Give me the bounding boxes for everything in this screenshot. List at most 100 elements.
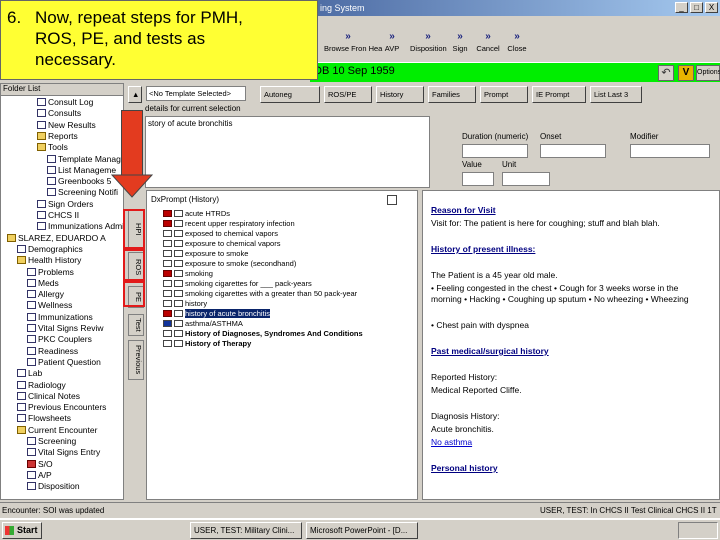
checklist-row[interactable]: history of acute bronchitis — [163, 309, 271, 318]
taskbar-item-chcs[interactable]: USER, TEST: Military Clini... — [190, 522, 302, 539]
avp-button[interactable]: » AVP — [376, 30, 408, 60]
onset-input[interactable] — [540, 144, 606, 158]
checkbox-yes[interactable] — [163, 340, 172, 347]
folder-item[interactable]: List Manageme — [47, 164, 116, 176]
folder-item[interactable]: Meds — [27, 277, 59, 289]
checklist-row[interactable]: exposure to smoke — [163, 249, 248, 258]
folder-item[interactable]: Wellness — [27, 299, 72, 311]
families-button[interactable]: Families — [428, 86, 476, 103]
folder-item[interactable]: S/O — [27, 458, 53, 470]
folder-item[interactable]: Demographics — [17, 243, 83, 255]
tab-previous[interactable]: Previous — [128, 340, 144, 380]
close-encounter-button[interactable]: » Close — [504, 30, 530, 60]
folder-item[interactable]: Lab — [17, 367, 42, 379]
folder-item[interactable]: Radiology — [17, 379, 66, 391]
folder-item[interactable]: Readiness — [27, 345, 78, 357]
disposition-button[interactable]: » Disposition — [410, 30, 447, 60]
checklist-row[interactable]: exposure to smoke (secondhand) — [163, 259, 296, 268]
checkbox-no[interactable] — [174, 340, 183, 347]
folder-item[interactable]: Consults — [37, 107, 81, 119]
folder-item[interactable]: Sign Orders — [37, 198, 93, 210]
folder-item[interactable]: Consult Log — [37, 96, 93, 108]
folder-item[interactable]: Screening Notifi — [47, 186, 118, 198]
checkbox-no[interactable] — [174, 270, 183, 277]
checkbox-no[interactable] — [174, 330, 183, 337]
note-asthma-link[interactable]: No asthma — [431, 437, 711, 448]
checkbox-no[interactable] — [174, 320, 183, 327]
template-selector[interactable]: <No Template Selected> — [146, 86, 246, 101]
folder-item[interactable]: Current Encounter — [17, 424, 97, 436]
folder-item[interactable]: Problems — [27, 266, 74, 278]
folder-item[interactable]: Template Manag — [47, 153, 121, 165]
checklist-row[interactable]: exposed to chemical vapors — [163, 229, 278, 238]
ros-pe-button[interactable]: ROS/PE — [324, 86, 372, 103]
checklist-row[interactable]: History of Therapy — [163, 339, 251, 348]
cancel-button[interactable]: » Cancel — [474, 30, 502, 60]
maximize-button[interactable]: □ — [690, 2, 703, 13]
close-button[interactable]: X — [705, 2, 718, 13]
back-arrow-icon[interactable]: ↶ — [658, 65, 674, 81]
folder-item[interactable]: Allergy — [27, 288, 64, 300]
folder-item[interactable]: Vital Signs Entry — [27, 446, 100, 458]
checkbox-no[interactable] — [174, 300, 183, 307]
folder-item[interactable]: Flowsheets — [17, 412, 71, 424]
value-input[interactable] — [462, 172, 494, 186]
checkbox-no[interactable] — [174, 280, 183, 287]
checkbox-yes[interactable] — [163, 280, 172, 287]
checkbox-no[interactable] — [174, 230, 183, 237]
folder-item[interactable]: SLAREZ, EDUARDO A — [7, 232, 106, 244]
sign-button[interactable]: » Sign — [448, 30, 472, 60]
alert-icon[interactable]: V — [678, 65, 694, 81]
checklist-row[interactable]: smoking cigarettes for ___ pack-years — [163, 279, 312, 288]
folder-item[interactable]: Health History — [17, 254, 81, 266]
checkbox-yes[interactable] — [163, 250, 172, 257]
ie-prompt-button[interactable]: IE Prompt — [532, 86, 586, 103]
folder-item[interactable]: Tools — [37, 141, 68, 153]
checkbox-yes[interactable] — [163, 330, 172, 337]
checkbox-yes[interactable] — [163, 220, 172, 227]
checklist-row[interactable]: recent upper respiratory infection — [163, 219, 295, 228]
checklist-row[interactable]: history — [163, 299, 207, 308]
folder-item[interactable]: Previous Encounters — [17, 401, 106, 413]
folder-item[interactable]: PKC Couplers — [27, 333, 92, 345]
checkbox-yes[interactable] — [163, 210, 172, 217]
checkbox-no[interactable] — [174, 250, 183, 257]
checkbox-no[interactable] — [174, 260, 183, 267]
checkbox-yes[interactable] — [163, 240, 172, 247]
autoneg-button[interactable]: Autoneg — [260, 86, 320, 103]
folder-item[interactable]: Immunizations Admi — [37, 220, 123, 232]
history-button[interactable]: History — [376, 86, 424, 103]
checkbox-yes[interactable] — [163, 260, 172, 267]
folder-item[interactable]: Screening — [27, 435, 76, 447]
checkbox-no[interactable] — [174, 310, 183, 317]
checklist-row[interactable]: History of Diagnoses, Syndromes And Cond… — [163, 329, 363, 338]
start-button[interactable]: Start — [2, 522, 42, 539]
minimize-button[interactable]: _ — [675, 2, 688, 13]
list-last-button[interactable]: List Last 3 — [590, 86, 642, 103]
checkbox-yes[interactable] — [163, 300, 172, 307]
folder-item[interactable]: New Results — [37, 119, 96, 131]
tab-test[interactable]: Test — [128, 314, 144, 336]
checkbox-yes[interactable] — [163, 320, 172, 327]
checkbox-no[interactable] — [174, 210, 183, 217]
folder-item[interactable]: Immunizations — [27, 311, 93, 323]
options-button[interactable]: Options — [696, 65, 720, 81]
checkbox-no[interactable] — [174, 220, 183, 227]
checklist-row[interactable]: acute HTRDs — [163, 209, 230, 218]
modifier-input[interactable] — [630, 144, 710, 158]
browse-button[interactable]: » Browse Fron Hea — [324, 30, 382, 60]
checklist-row[interactable]: smoking cigarettes with a greater than 5… — [163, 289, 357, 298]
checkbox-yes[interactable] — [163, 230, 172, 237]
folder-item[interactable]: Disposition — [27, 480, 80, 492]
checklist-row[interactable]: smoking — [163, 269, 213, 278]
folder-item[interactable]: Reports — [37, 130, 78, 142]
scroll-up-button[interactable]: ▲ — [128, 86, 142, 103]
checklist-row[interactable]: asthma/ASTHMA — [163, 319, 243, 328]
checkbox-yes[interactable] — [163, 270, 172, 277]
checkbox-no[interactable] — [174, 290, 183, 297]
folder-item[interactable]: Clinical Notes — [17, 390, 80, 402]
checkbox-no[interactable] — [174, 240, 183, 247]
duration-input[interactable] — [462, 144, 528, 158]
prompt-button[interactable]: Prompt — [480, 86, 528, 103]
checklist-pin-icon[interactable] — [387, 195, 397, 205]
